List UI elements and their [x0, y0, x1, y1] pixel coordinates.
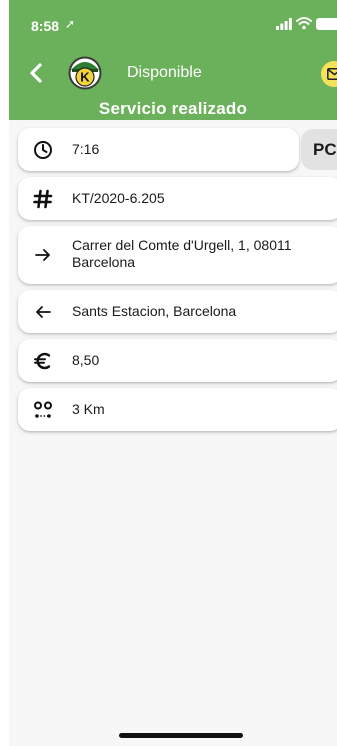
distance-card: 3 Km [18, 388, 337, 431]
arrow-right-icon [32, 244, 54, 266]
reference-card: KT/2020-6.205 [18, 177, 337, 220]
pc-badge[interactable]: PC [301, 129, 337, 170]
wifi-icon [296, 17, 312, 30]
service-time: 7:16 [72, 141, 100, 157]
page-title: Servicio realizado [98, 99, 248, 118]
euro-icon [32, 350, 54, 372]
location-arrow-icon: ➚ [65, 17, 76, 31]
price-card: 8,50 [18, 339, 337, 382]
app-logo: K [68, 56, 102, 90]
route-icon [32, 399, 54, 421]
destination-address: Sants Estacion, Barcelona [72, 303, 237, 319]
hash-icon [32, 188, 54, 210]
service-price: 8,50 [72, 352, 100, 368]
destination-card: Sants Estacion, Barcelona [18, 290, 337, 333]
status-time: 8:58 [31, 18, 60, 34]
app-screen: 8:58 ➚ K Disponible Servicio realizado 7… [0, 0, 337, 746]
origin-address: Carrer del Comte d'Urgell, 1, 08011 Barc… [72, 237, 292, 270]
origin-card: Carrer del Comte d'Urgell, 1, 08011 Barc… [18, 226, 337, 284]
arrow-left-icon [32, 301, 54, 323]
chevron-left-icon [30, 63, 42, 83]
messages-button[interactable] [321, 61, 337, 87]
signal-icon [276, 18, 292, 30]
battery-icon [316, 18, 337, 30]
service-distance: 3 Km [72, 401, 105, 417]
back-button[interactable] [25, 58, 49, 88]
home-indicator [119, 733, 243, 738]
logo-letter: K [80, 70, 90, 85]
status-bar: 8:58 ➚ [9, 0, 337, 46]
availability-status[interactable]: Disponible [127, 64, 202, 82]
app-header: 8:58 ➚ K Disponible Servicio realizado [9, 0, 337, 120]
service-reference: KT/2020-6.205 [72, 190, 165, 206]
clock-icon [32, 139, 54, 161]
service-details: 7:16 KT/2020-6.205 Carrer del Comte d'Ur… [9, 120, 337, 746]
envelope-icon [327, 68, 337, 80]
time-card: 7:16 [18, 128, 299, 171]
